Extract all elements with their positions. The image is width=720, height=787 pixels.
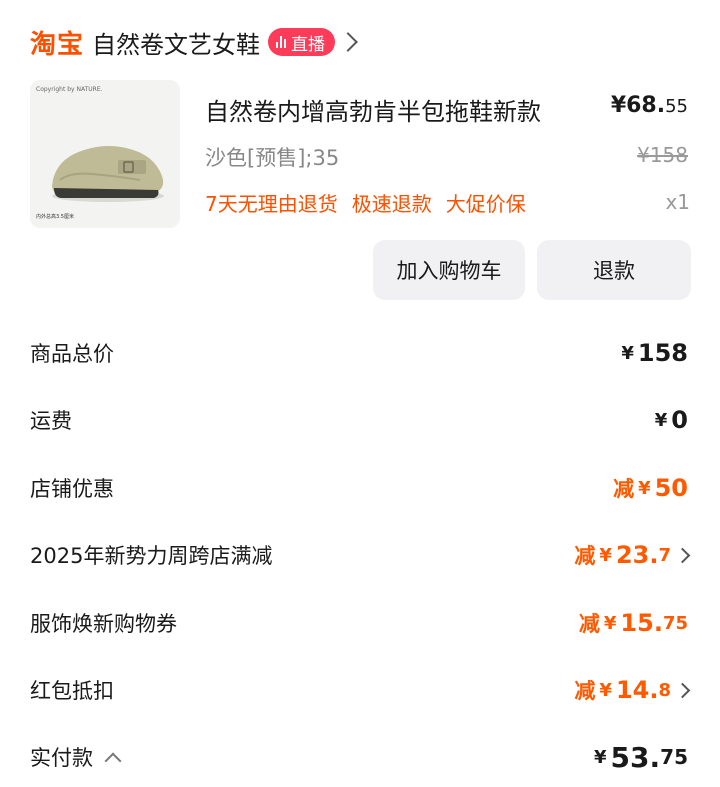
yen-sign: ¥ — [594, 746, 607, 768]
summary-value: 减 ¥50 — [613, 473, 688, 503]
shop-name[interactable]: 自然卷文艺女鞋 — [92, 25, 260, 60]
live-badge-label: 直播 — [291, 34, 326, 55]
product-price: ¥68.55 — [611, 93, 688, 118]
summary-value: 减 ¥23. 7 — [574, 540, 691, 570]
clog-shoe-image — [52, 146, 164, 202]
product-sku: 沙色[预售];35 — [205, 146, 340, 170]
summary-value: ¥0 — [655, 406, 688, 434]
summary-label: 店铺优惠 — [30, 477, 114, 501]
price-decimal: 55 — [665, 96, 688, 117]
yen-sign: ¥ — [599, 679, 612, 701]
product-title[interactable]: 自然卷内增高勃肯半包拖鞋新款 — [205, 92, 541, 127]
service-tags: 7天无理由退货 极速退款 大促价保 — [205, 188, 526, 217]
refund-button[interactable]: 退款 — [537, 240, 691, 300]
summary-label: 红包抵扣 — [30, 679, 114, 703]
amount: 50 — [654, 474, 688, 502]
discount-prefix: 减 — [613, 477, 635, 501]
amount: 15. — [620, 609, 663, 637]
summary-row-red-packet[interactable]: 红包抵扣 减 ¥14. 8 — [30, 670, 691, 710]
amount-decimal: 8 — [658, 679, 671, 701]
chevron-right-icon[interactable] — [674, 682, 691, 698]
service-tag: 7天无理由退货 — [205, 192, 338, 216]
summary-label: 运费 — [30, 409, 72, 433]
summary-label: 2025年新势力周跨店满减 — [30, 544, 273, 568]
summary-value: 减 ¥15. 75 — [579, 608, 688, 638]
price-main: ¥68. — [610, 93, 666, 118]
yen-sign: ¥ — [621, 342, 634, 364]
chevron-right-icon[interactable] — [338, 32, 358, 52]
product-image-caption: Copyright by NATURE. — [36, 86, 103, 93]
total-paid-row[interactable]: 实付款 ¥53. 75 — [30, 737, 688, 777]
amount-decimal: 75 — [660, 745, 688, 769]
total-label-wrap[interactable]: 实付款 — [30, 742, 122, 772]
quantity: x1 — [665, 190, 690, 214]
chevron-right-icon[interactable] — [674, 547, 691, 563]
add-to-cart-button[interactable]: 加入购物车 — [373, 240, 525, 300]
yen-sign: ¥ — [638, 477, 651, 499]
shop-header[interactable]: 淘宝 自然卷文艺女鞋 直播 — [30, 22, 358, 62]
product-image[interactable]: Copyright by NATURE. 内外总高3.5厘米 — [30, 80, 180, 228]
amount: 158 — [637, 339, 688, 367]
summary-row-shipping: 运费 ¥0 — [30, 400, 688, 440]
amount-decimal: 7 — [658, 544, 671, 566]
taobao-logo: 淘宝 — [30, 29, 85, 60]
summary-row-cross-store-discount[interactable]: 2025年新势力周跨店满减 减 ¥23. 7 — [30, 535, 691, 575]
amount: 14. — [615, 676, 659, 704]
summary-value: 减 ¥14. 8 — [574, 675, 691, 705]
chevron-up-icon[interactable] — [104, 752, 122, 770]
amount: 53. — [610, 740, 661, 774]
service-tag: 大促价保 — [445, 192, 526, 216]
yen-sign: ¥ — [654, 409, 668, 431]
product-image-footer: 内外总高3.5厘米 — [36, 214, 74, 220]
service-tag: 极速退款 — [351, 192, 432, 216]
yen-sign: ¥ — [599, 544, 612, 566]
amount: 0 — [671, 406, 688, 434]
summary-row-shop-discount: 店铺优惠 减 ¥50 — [30, 468, 688, 508]
discount-prefix: 减 — [574, 544, 596, 568]
summary-label: 服饰焕新购物券 — [30, 612, 177, 636]
discount-prefix: 减 — [578, 612, 600, 636]
summary-row-coupon: 服饰焕新购物券 减 ¥15. 75 — [30, 603, 688, 643]
yen-sign: ¥ — [603, 612, 617, 634]
original-price: ¥158 — [637, 143, 688, 167]
amount-decimal: 75 — [662, 612, 688, 634]
summary-value: ¥158 — [621, 339, 688, 367]
total-value: ¥53. 75 — [594, 741, 688, 774]
summary-label: 商品总价 — [30, 342, 114, 366]
live-bars-icon — [276, 36, 287, 48]
live-badge[interactable]: 直播 — [268, 28, 336, 56]
discount-prefix: 减 — [574, 679, 596, 703]
amount: 23. — [615, 541, 659, 569]
summary-row-subtotal: 商品总价 ¥158 — [30, 333, 688, 373]
total-label: 实付款 — [30, 746, 93, 770]
